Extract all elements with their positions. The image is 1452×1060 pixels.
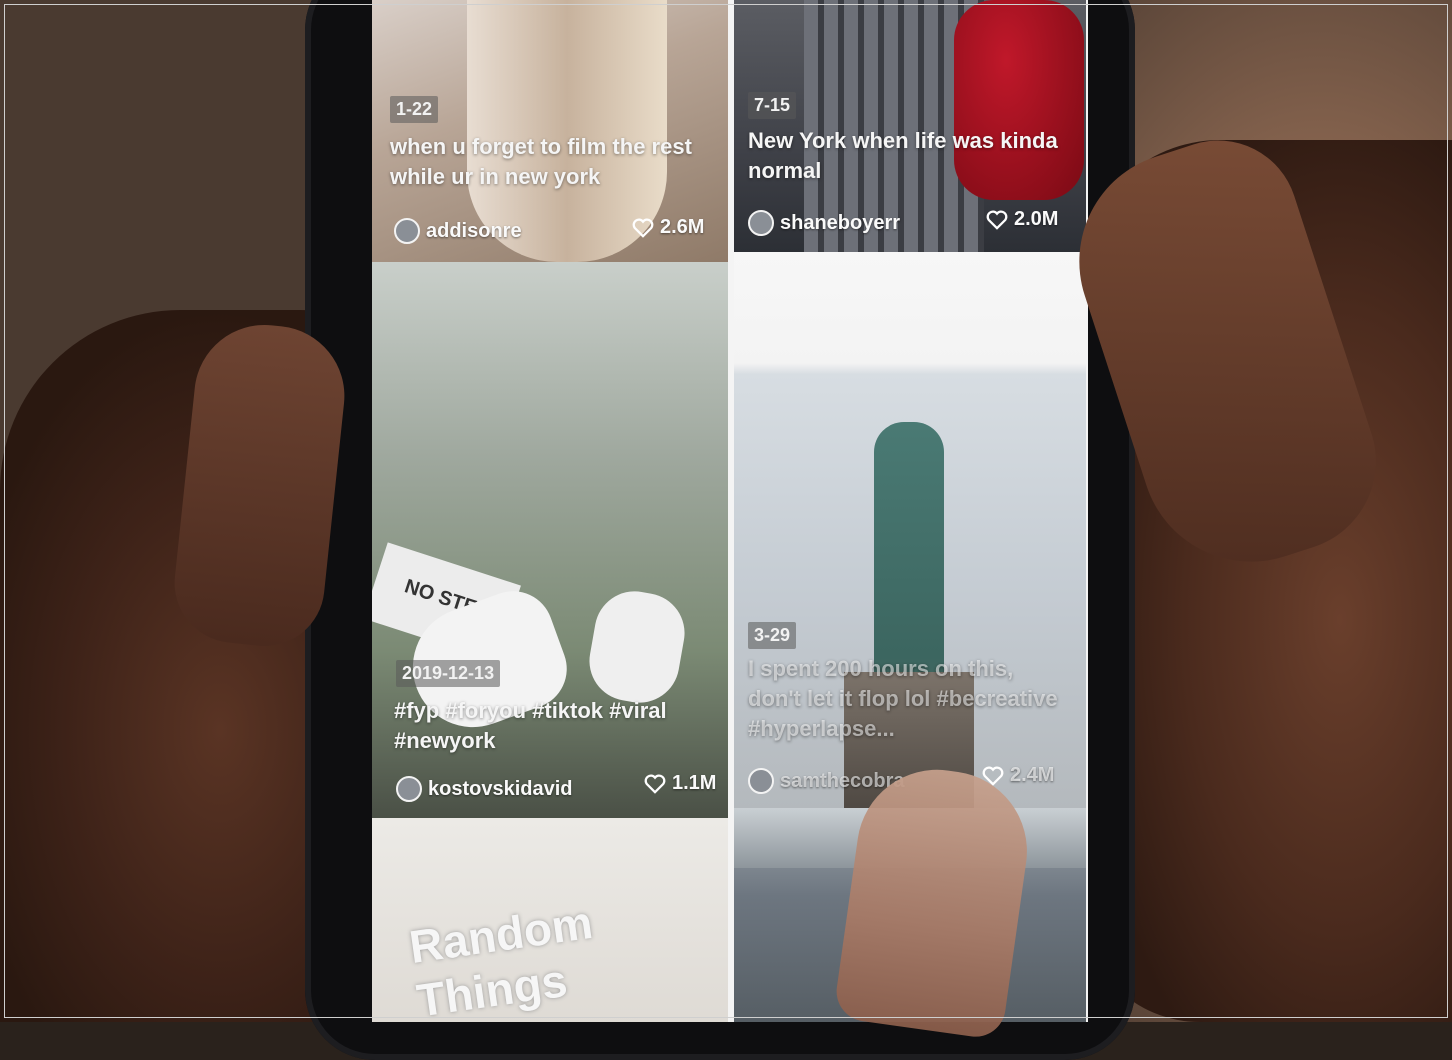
video-caption: #fyp #foryou #tiktok #viral #newyork: [394, 698, 667, 753]
video-author[interactable]: kostovskidavid: [396, 776, 573, 802]
video-tile-4[interactable]: 3-29 I spent 200 hours on this, don't le…: [734, 252, 1086, 808]
likes-count: 1.1M: [672, 772, 717, 794]
author-name: kostovskidavid: [428, 777, 573, 800]
video-likes[interactable]: 2.4M: [982, 764, 1054, 787]
likes-count: 2.6M: [660, 216, 705, 238]
video-likes[interactable]: 1.1M: [644, 772, 716, 795]
overlay-text: Random Things: [406, 895, 596, 1022]
video-tile-3[interactable]: NO STEP 2019-12-13 #fyp #foryou #tiktok …: [372, 262, 728, 818]
heart-icon: [986, 210, 1008, 230]
video-tile-1[interactable]: 1-22 when u forget to film the rest whil…: [372, 0, 728, 262]
user-avatar-icon: [748, 768, 774, 794]
video-author[interactable]: samthecobra: [748, 768, 905, 794]
likes-count: 2.0M: [1014, 208, 1059, 230]
author-name: addisonre: [426, 219, 522, 242]
heart-icon: [632, 218, 654, 238]
user-avatar-icon: [394, 218, 420, 244]
video-author[interactable]: shaneboyerr: [748, 210, 900, 236]
video-date-badge: 2019-12-13: [396, 660, 501, 687]
video-tile-2[interactable]: 7-15 New York when life was kinda normal…: [734, 0, 1086, 252]
likes-count: 2.4M: [1010, 764, 1055, 786]
author-name: shaneboyerr: [780, 211, 901, 234]
video-tile-5[interactable]: Random Things: [372, 818, 728, 1022]
video-likes[interactable]: 2.6M: [632, 216, 704, 239]
video-author[interactable]: addisonre: [394, 218, 522, 244]
video-date-badge: 7-15: [748, 92, 797, 119]
video-caption: when u forget to film the rest while ur …: [390, 134, 692, 189]
video-caption: I spent 200 hours on this, don't let it …: [748, 656, 1058, 741]
heart-icon: [644, 774, 666, 794]
video-likes[interactable]: 2.0M: [986, 208, 1058, 231]
user-avatar-icon: [748, 210, 774, 236]
sneaker-right: [583, 585, 691, 709]
user-avatar-icon: [396, 776, 422, 802]
video-date-badge: 1-22: [390, 96, 439, 123]
video-caption: New York when life was kinda normal: [748, 128, 1058, 183]
video-date-badge: 3-29: [748, 622, 797, 649]
